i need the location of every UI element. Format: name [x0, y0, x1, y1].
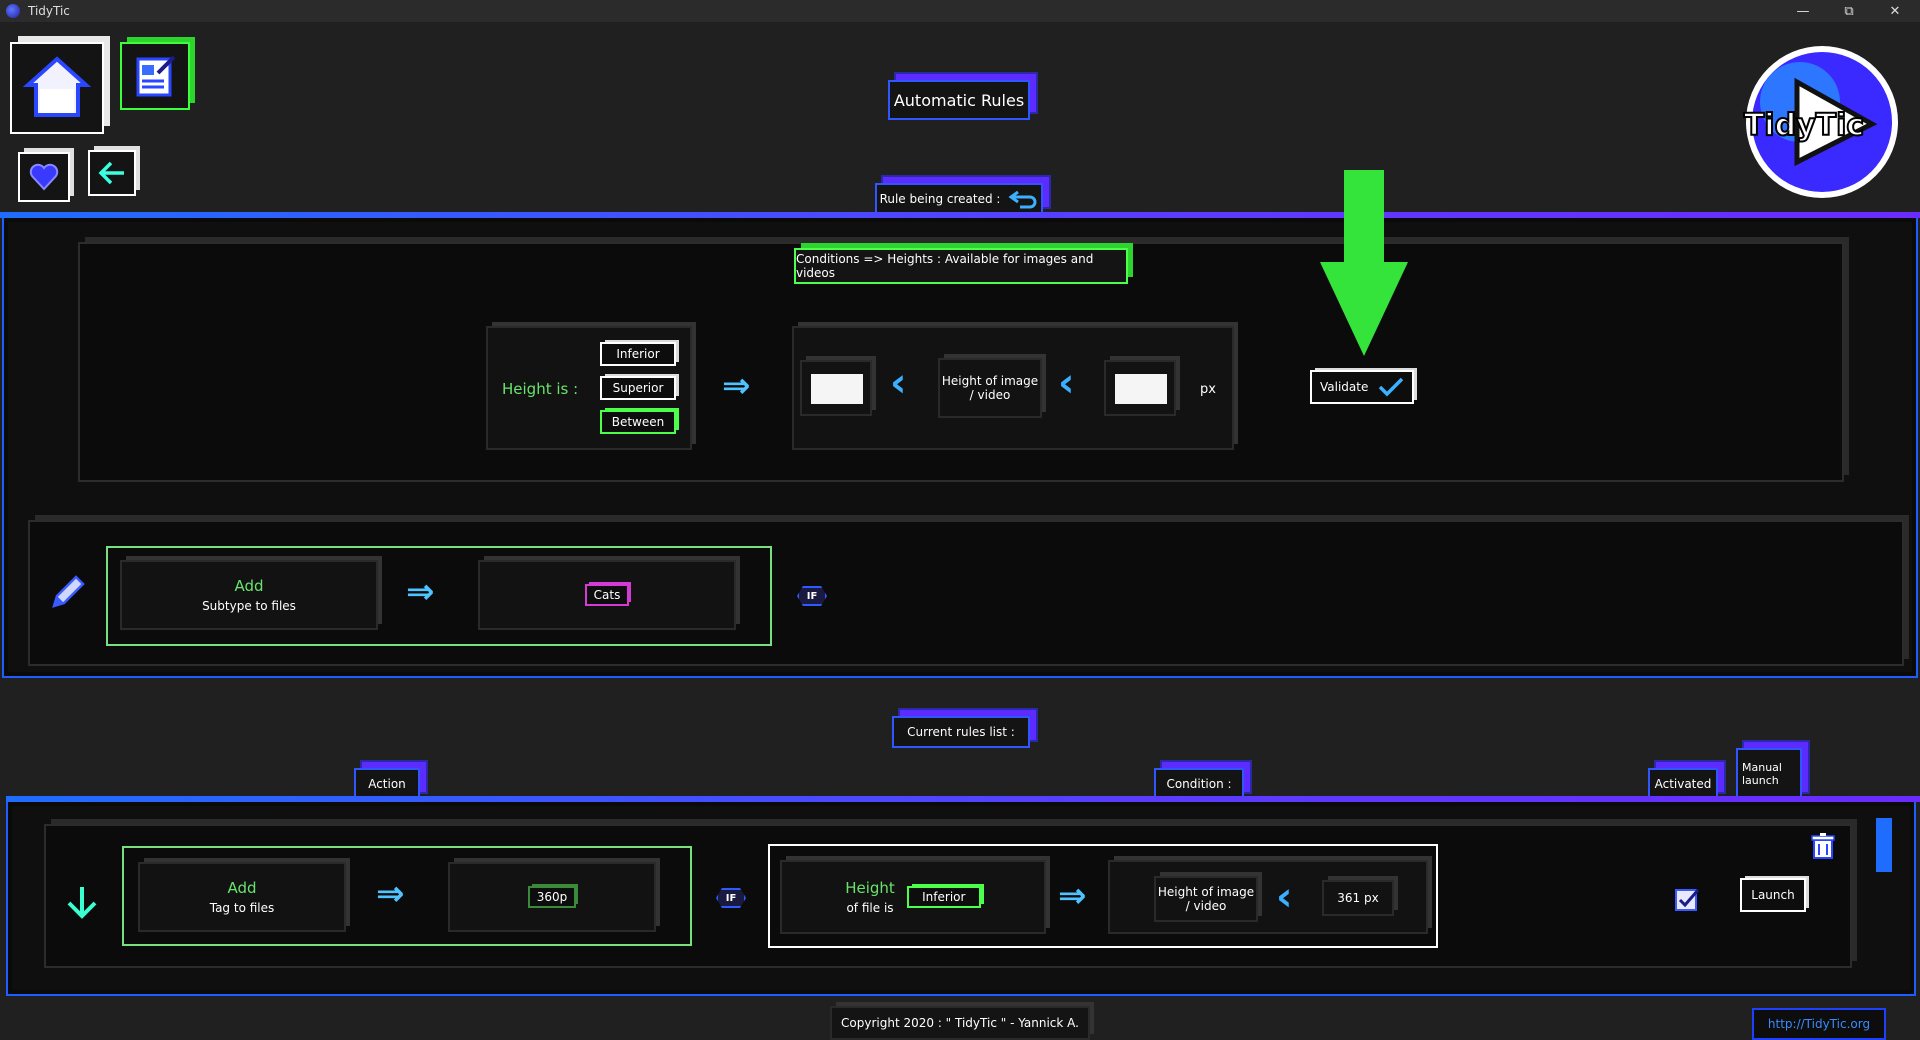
rule-of-file-label: of file is [846, 901, 894, 915]
rule-height-label: Height [845, 879, 895, 897]
action-subtype-label: Subtype to files [202, 599, 296, 613]
rule-being-created-text: Rule being created : [879, 192, 1001, 206]
svg-text:TidyTic: TidyTic [1744, 108, 1864, 143]
less-than-icon-3: ‹ [1276, 874, 1293, 920]
website-link[interactable]: http://TidyTic.org [1752, 1008, 1886, 1040]
rule-tag-label: Tag to files [209, 901, 275, 915]
rule-value-frame: 360p [448, 862, 656, 932]
current-rules-label: Current rules list : [892, 716, 1030, 748]
heart-icon [29, 163, 59, 191]
tag-value-badge: 360p [528, 886, 576, 908]
undo-icon[interactable] [1008, 189, 1038, 209]
copyright-text: Copyright 2020 : " TidyTic " - Yannick A… [830, 1006, 1090, 1040]
back-button[interactable] [88, 150, 136, 196]
max-height-input[interactable] [1115, 374, 1167, 404]
less-than-icon: ‹ [890, 360, 907, 406]
rule-action-add-tag: Add Tag to files [138, 862, 346, 932]
delete-icon[interactable] [1810, 832, 1836, 860]
min-height-input[interactable] [811, 374, 863, 404]
option-superior[interactable]: Superior [600, 376, 676, 400]
rule-add-label: Add [227, 879, 257, 897]
back-arrow-icon [98, 161, 124, 185]
subtype-value-badge[interactable]: Cats [585, 584, 629, 606]
unit-label: px [1200, 382, 1216, 397]
rule-condition-height: Height of file is Inferior [780, 860, 1046, 934]
title-bar: TidyTic — ⧉ ✕ [0, 0, 1920, 22]
document-edit-icon [136, 55, 176, 97]
conditions-title: Conditions => Heights : Available for im… [794, 248, 1128, 284]
right-arrow-icon-4: ⇒ [1058, 876, 1087, 916]
rule-height-of-media: Height of image / video [1154, 876, 1258, 922]
page-title: Automatic Rules [888, 80, 1030, 120]
right-arrow-icon-3: ⇒ [376, 874, 405, 914]
activated-checkbox[interactable] [1674, 886, 1702, 912]
height-of-media-label: Height of image / video [938, 358, 1042, 418]
down-arrow-icon[interactable] [64, 884, 100, 920]
home-icon [22, 56, 92, 117]
checkmark-icon [1378, 377, 1404, 397]
option-between[interactable]: Between [600, 410, 676, 434]
tidytic-logo: TidyTic [1742, 42, 1900, 202]
less-than-icon-2: ‹ [1058, 360, 1075, 406]
pencil-icon[interactable] [48, 572, 88, 612]
height-of-file-label: Height of file is [845, 879, 895, 915]
option-inferior[interactable]: Inferior [600, 342, 676, 366]
rule-condition-option: Inferior [906, 886, 981, 908]
if-badge: IF [797, 586, 827, 606]
home-button[interactable] [10, 42, 104, 134]
validate-label: Validate [1320, 380, 1369, 394]
rules-editor-button[interactable] [120, 42, 190, 110]
favorites-button[interactable] [18, 152, 70, 202]
height-is-label: Height is : [502, 380, 579, 398]
action-value-frame: Cats [478, 560, 736, 630]
right-arrow-icon-2: ⇒ [406, 572, 435, 612]
launch-button[interactable]: Launch [1740, 878, 1806, 912]
close-button[interactable]: ✕ [1872, 0, 1918, 22]
app-icon [6, 4, 20, 18]
validate-button[interactable]: Validate [1310, 370, 1414, 404]
minimize-button[interactable]: — [1780, 0, 1826, 22]
restore-button[interactable]: ⧉ [1826, 0, 1872, 22]
down-arrow-indicator-icon [1320, 170, 1408, 356]
window-title: TidyTic [28, 4, 70, 18]
rule-being-created-label: Rule being created : [875, 183, 1043, 215]
rule-threshold-value: 361 px [1322, 880, 1394, 916]
action-add-subtype: Add Subtype to files [120, 560, 378, 630]
right-arrow-icon: ⇒ [722, 366, 751, 406]
action-add-label: Add [234, 577, 264, 595]
if-badge-2: IF [716, 888, 746, 908]
column-manual-launch: Manual launch [1736, 748, 1802, 800]
scrollbar-thumb[interactable] [1876, 818, 1892, 872]
